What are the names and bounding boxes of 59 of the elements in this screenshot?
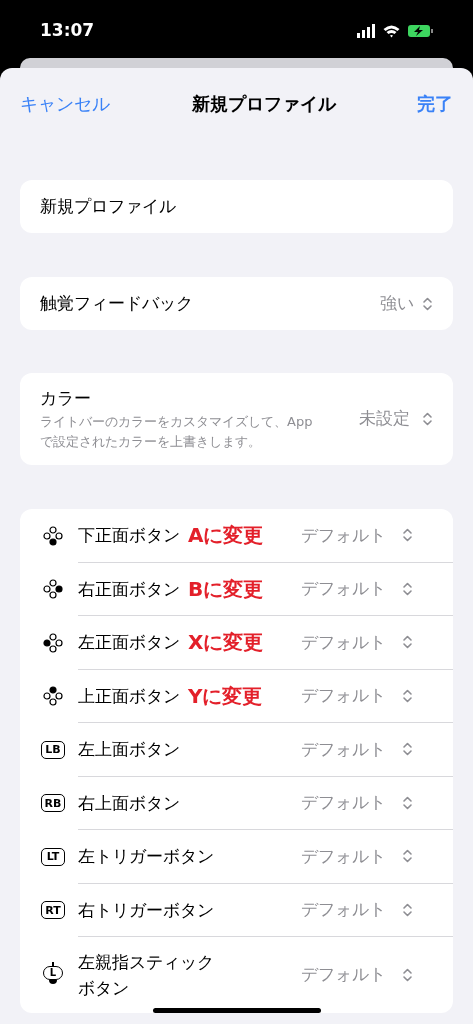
up-down-chevron-icon <box>402 848 413 865</box>
shoulder-button-icon: LB <box>41 740 65 759</box>
row-value: 強い <box>380 291 414 315</box>
row-label: カラー <box>40 387 92 411</box>
row-label: 右上面ボタン <box>78 791 180 815</box>
button-mapping-row[interactable]: L 左親指スティックボタン デフォルト <box>20 937 453 1013</box>
row-value: デフォルト <box>301 844 386 868</box>
up-down-chevron-icon <box>422 411 433 427</box>
row-value: デフォルト <box>301 630 386 654</box>
row-label: 右トリガーボタン <box>78 898 214 922</box>
row-label: 触覚フィードバック <box>40 291 193 315</box>
up-down-chevron-icon <box>402 527 413 544</box>
up-down-chevron-icon <box>402 580 413 597</box>
row-label: 左親指スティックボタン <box>78 951 215 1000</box>
row-label: 上正面ボタン <box>78 684 180 708</box>
up-down-chevron-icon <box>402 741 413 758</box>
shoulder-button-icon: LT <box>41 847 65 866</box>
up-down-chevron-icon <box>402 967 413 983</box>
button-mapping-row[interactable]: 左正面ボタン Xに変更 デフォルト <box>20 616 453 670</box>
row-label: 左上面ボタン <box>78 738 180 762</box>
row-value: デフォルト <box>301 963 386 987</box>
up-down-chevron-icon <box>402 794 413 811</box>
wifi-icon <box>383 24 400 38</box>
color-row[interactable]: カラー ライトバーのカラーをカスタマイズして、Appで設定されたカラーを上書きします。 未設定 <box>20 373 453 465</box>
up-down-chevron-icon <box>402 687 413 704</box>
button-mapping-row[interactable]: 右正面ボタン Bに変更 デフォルト <box>20 562 453 616</box>
row-value: デフォルト <box>301 684 386 707</box>
battery-charging-icon <box>408 25 433 37</box>
signal-icon <box>357 24 375 38</box>
row-label: 左正面ボタン <box>78 631 180 655</box>
up-down-chevron-icon <box>422 295 433 312</box>
row-value: デフォルト <box>301 791 386 814</box>
sheet-title: 新規プロファイル <box>191 91 336 116</box>
shoulder-button-icon: RB <box>41 794 65 813</box>
haptics-row[interactable]: 触覚フィードバック 強い <box>20 277 453 330</box>
row-label: 下正面ボタン <box>78 524 180 548</box>
row-value: デフォルト <box>301 523 386 547</box>
status-time: 13:07 <box>40 19 95 43</box>
button-mapping-row[interactable]: 上正面ボタン Yに変更 デフォルト <box>20 669 453 723</box>
annotation-text: Xに変更 <box>188 629 264 657</box>
annotation-text: Bに変更 <box>188 575 264 603</box>
up-down-chevron-icon <box>402 901 413 918</box>
row-value: デフォルト <box>301 577 386 600</box>
button-mapping-row[interactable]: RT 右トリガーボタン デフォルト <box>20 883 453 937</box>
row-value: デフォルト <box>301 737 386 761</box>
profile-name-field[interactable]: 新規プロファイル <box>20 180 453 233</box>
row-value: デフォルト <box>301 898 386 921</box>
up-down-chevron-icon <box>402 634 413 651</box>
row-label: 左トリガーボタン <box>78 845 214 869</box>
row-label: 右正面ボタン <box>78 577 180 601</box>
row-value: 未設定 <box>359 407 410 431</box>
shoulder-button-icon: RT <box>41 901 65 920</box>
annotation-text: Yに変更 <box>188 682 263 710</box>
button-mapping-row[interactable]: LT 左トリガーボタン デフォルト <box>20 830 453 884</box>
button-mapping-row[interactable]: 下正面ボタン Aに変更 デフォルト <box>20 509 453 563</box>
button-mapping-row[interactable]: RB 右上面ボタン デフォルト <box>20 776 453 830</box>
row-description: ライトバーのカラーをカスタマイズして、Appで設定されたカラーを上書きします。 <box>40 412 314 451</box>
annotation-text: Aに変更 <box>188 522 264 550</box>
button-mapping-row[interactable]: LB 左上面ボタン デフォルト <box>20 723 453 777</box>
